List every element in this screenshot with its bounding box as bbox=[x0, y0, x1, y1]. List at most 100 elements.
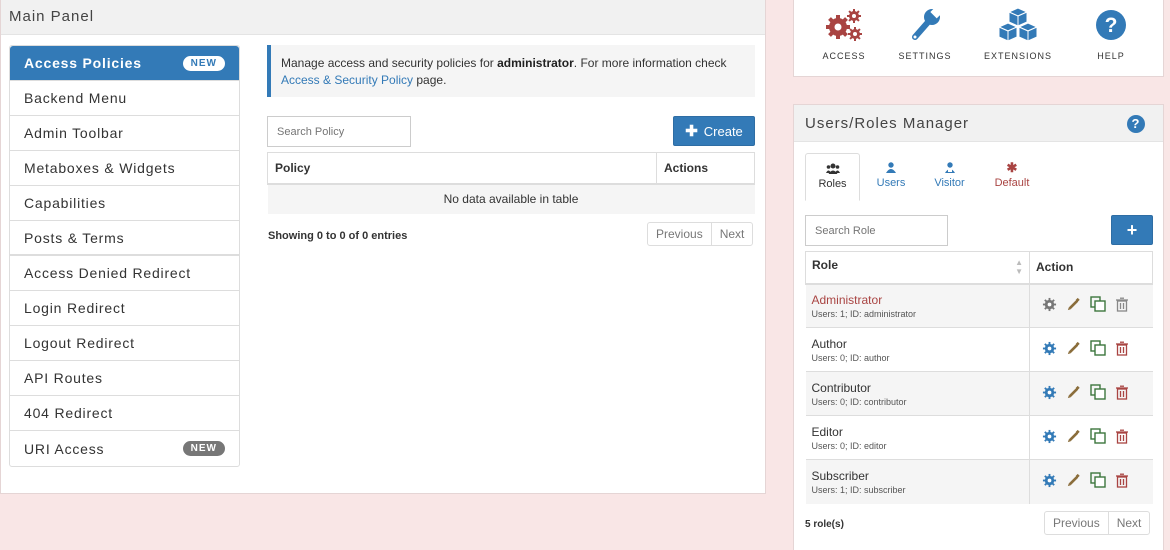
table-row: Author Users: 0; ID: author bbox=[805, 327, 1153, 372]
cubes-icon bbox=[997, 7, 1039, 42]
info-username: administrator bbox=[497, 56, 574, 70]
menu-item-backend-menu[interactable]: Backend Menu bbox=[10, 81, 239, 116]
gear-icon[interactable] bbox=[1042, 473, 1057, 491]
action-cell bbox=[1029, 327, 1153, 372]
role-meta: Users: 0; ID: editor bbox=[811, 440, 887, 451]
role-name[interactable]: Subscriber bbox=[812, 469, 1024, 483]
role-meta: Users: 1; ID: subscriber bbox=[811, 484, 906, 495]
menu-item-label: Admin Toolbar bbox=[24, 125, 124, 141]
clone-icon[interactable] bbox=[1090, 428, 1106, 447]
tab-roles[interactable]: Roles bbox=[805, 153, 860, 201]
column-header-label: Role bbox=[812, 258, 839, 273]
create-policy-button[interactable]: ✚ Create bbox=[673, 116, 755, 146]
menu-item-api-routes[interactable]: API Routes bbox=[10, 361, 239, 396]
trash-icon[interactable] bbox=[1115, 385, 1129, 403]
feature-menu: Access Policies NEW Backend Menu Admin T… bbox=[9, 45, 240, 467]
tab-label: Roles bbox=[818, 178, 847, 190]
role-name[interactable]: Contributor bbox=[812, 381, 1024, 395]
menu-item-access-denied-redirect[interactable]: Access Denied Redirect bbox=[10, 256, 239, 291]
trash-icon[interactable] bbox=[1115, 341, 1129, 359]
search-role-input[interactable] bbox=[805, 215, 948, 246]
tab-visitor[interactable]: Visitor bbox=[922, 153, 977, 201]
main-panel: Main Panel Access Policies NEW Backend M… bbox=[0, 0, 766, 494]
clone-icon[interactable] bbox=[1090, 340, 1106, 359]
gear-icon[interactable] bbox=[1042, 429, 1057, 447]
tab-users[interactable]: Users bbox=[865, 153, 917, 201]
trash-icon[interactable] bbox=[1115, 297, 1129, 315]
action-cell bbox=[1029, 459, 1153, 504]
menu-item-404-redirect[interactable]: 404 Redirect bbox=[10, 396, 239, 431]
next-button[interactable]: Next bbox=[710, 223, 753, 245]
table-row: Editor Users: 0; ID: editor bbox=[805, 415, 1153, 460]
role-name[interactable]: Administrator bbox=[812, 293, 1024, 307]
menu-item-capabilities[interactable]: Capabilities bbox=[10, 186, 239, 221]
tab-label: Default bbox=[994, 177, 1030, 189]
tool-label: HELP bbox=[1097, 51, 1125, 61]
main-panel-title: Main Panel bbox=[1, 0, 765, 35]
table-row: Contributor Users: 0; ID: contributor bbox=[805, 371, 1153, 416]
user-icon bbox=[865, 162, 917, 174]
tab-default[interactable]: ✱ Default bbox=[983, 153, 1041, 201]
pencil-icon[interactable] bbox=[1066, 341, 1081, 359]
help-tool[interactable]: ? HELP bbox=[1071, 7, 1151, 61]
new-badge: NEW bbox=[182, 55, 225, 71]
role-name[interactable]: Editor bbox=[812, 425, 1024, 439]
access-tool[interactable]: ACCESS bbox=[804, 7, 884, 61]
menu-item-label: Metaboxes & Widgets bbox=[24, 160, 176, 176]
policy-doc-link[interactable]: Access & Security Policy bbox=[281, 73, 413, 87]
gear-icon[interactable] bbox=[1042, 341, 1057, 359]
visitor-icon bbox=[922, 162, 977, 174]
menu-item-logout-redirect[interactable]: Logout Redirect bbox=[10, 326, 239, 361]
help-icon: ? bbox=[1096, 10, 1126, 40]
menu-item-admin-toolbar[interactable]: Admin Toolbar bbox=[10, 116, 239, 151]
previous-button[interactable]: Previous bbox=[1045, 512, 1108, 534]
roles-pagination: Previous Next bbox=[1044, 511, 1151, 535]
trash-icon[interactable] bbox=[1115, 429, 1129, 447]
menu-item-uri-access[interactable]: URI Access NEW bbox=[10, 431, 239, 466]
table-row: Administrator Users: 1; ID: administrator bbox=[805, 283, 1153, 328]
column-header-actions: Actions bbox=[656, 152, 755, 185]
wrench-icon bbox=[912, 7, 943, 40]
asterisk-icon: ✱ bbox=[1006, 160, 1018, 175]
role-meta: Users: 1; ID: administrator bbox=[811, 308, 917, 319]
search-policy-input[interactable] bbox=[267, 116, 411, 147]
menu-item-metaboxes-widgets[interactable]: Metaboxes & Widgets bbox=[10, 151, 239, 186]
role-name[interactable]: Author bbox=[812, 337, 1024, 351]
tab-label: Users bbox=[876, 177, 906, 189]
pencil-icon[interactable] bbox=[1066, 429, 1081, 447]
clone-icon[interactable] bbox=[1090, 472, 1106, 491]
role-meta: Users: 0; ID: contributor bbox=[811, 396, 907, 407]
pencil-icon[interactable] bbox=[1066, 297, 1081, 315]
role-cell: Editor Users: 0; ID: editor bbox=[805, 415, 1030, 460]
menu-item-label: URI Access bbox=[24, 440, 105, 457]
menu-item-label: 404 Redirect bbox=[24, 405, 113, 421]
gear-icon[interactable] bbox=[1042, 297, 1057, 315]
action-cell bbox=[1029, 371, 1153, 416]
next-button[interactable]: Next bbox=[1107, 512, 1150, 534]
previous-button[interactable]: Previous bbox=[648, 223, 711, 245]
role-cell: Subscriber Users: 1; ID: subscriber bbox=[805, 459, 1030, 504]
clone-icon[interactable] bbox=[1090, 384, 1106, 403]
role-cell: Contributor Users: 0; ID: contributor bbox=[805, 371, 1030, 416]
menu-item-posts-terms[interactable]: Posts & Terms bbox=[10, 221, 239, 256]
info-text: page. bbox=[413, 73, 447, 87]
extensions-tool[interactable]: EXTENSIONS bbox=[978, 7, 1058, 61]
clone-icon[interactable] bbox=[1090, 296, 1106, 315]
pencil-icon[interactable] bbox=[1066, 473, 1081, 491]
settings-tool[interactable]: SETTINGS bbox=[885, 7, 965, 61]
tab-label: Visitor bbox=[934, 177, 965, 189]
pencil-icon[interactable] bbox=[1066, 385, 1081, 403]
column-header-role[interactable]: Role ▲ ▼ bbox=[805, 251, 1030, 285]
column-header-action: Action bbox=[1029, 251, 1153, 285]
gear-icon[interactable] bbox=[1042, 385, 1057, 403]
menu-item-access-policies[interactable]: Access Policies NEW bbox=[10, 46, 239, 81]
trash-icon[interactable] bbox=[1115, 473, 1129, 491]
role-count: 5 role(s) bbox=[805, 519, 844, 530]
add-role-button[interactable]: + bbox=[1111, 215, 1153, 245]
column-header-policy[interactable]: Policy bbox=[267, 152, 657, 185]
help-icon[interactable]: ? bbox=[1127, 115, 1145, 133]
menu-item-label: Backend Menu bbox=[24, 90, 127, 106]
menu-item-login-redirect[interactable]: Login Redirect bbox=[10, 291, 239, 326]
menu-item-label: API Routes bbox=[24, 370, 103, 386]
plus-icon: ✚ bbox=[685, 123, 698, 140]
